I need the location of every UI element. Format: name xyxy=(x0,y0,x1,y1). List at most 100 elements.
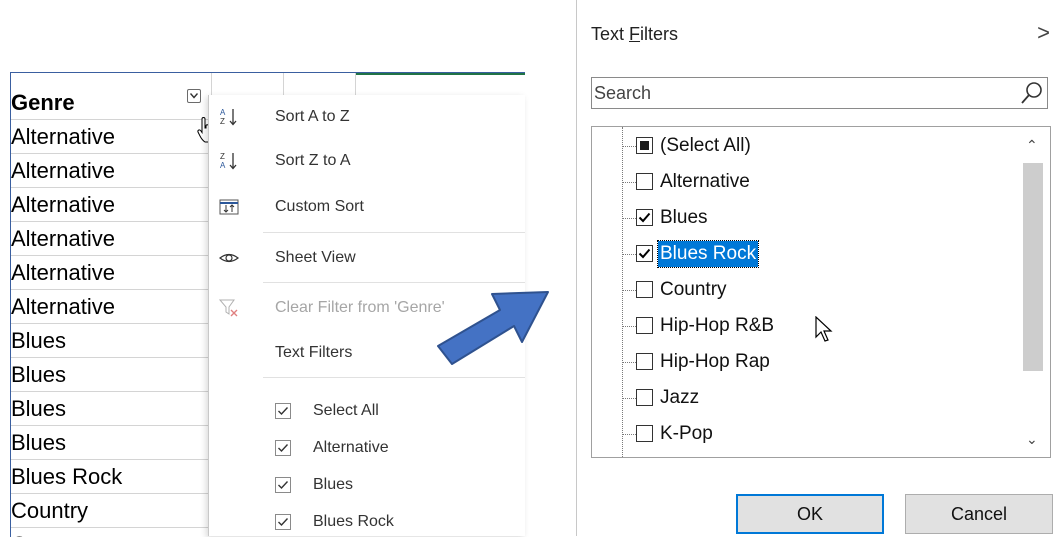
menu-divider xyxy=(263,232,525,233)
vertical-scrollbar[interactable]: ⌃ ⌄ xyxy=(1016,127,1050,457)
tree-connector xyxy=(622,398,636,399)
sort-z-to-a-label: Sort Z to A xyxy=(275,152,351,169)
menu-divider xyxy=(263,282,525,283)
checkbox[interactable] xyxy=(636,389,653,406)
checkmark-icon xyxy=(638,212,651,223)
chevron-right-icon[interactable]: > xyxy=(1037,20,1050,46)
genre-cell[interactable]: Alternative xyxy=(11,154,209,188)
tree-connector xyxy=(622,218,636,219)
filter-value-item[interactable]: Hip-Hop Rap xyxy=(592,345,1012,381)
genre-cell[interactable]: Alternative xyxy=(11,120,209,154)
checkmark-icon xyxy=(278,444,289,453)
text-filters-title[interactable]: Text Filters xyxy=(591,24,678,45)
scroll-up-icon[interactable]: ⌃ xyxy=(1026,137,1038,154)
genre-cell[interactable]: Country xyxy=(11,494,209,528)
sort-ascending-icon: A Z xyxy=(220,108,237,126)
filter-value-label: Country xyxy=(660,279,727,300)
checkbox[interactable] xyxy=(636,173,653,190)
filter-value-label: Blues xyxy=(660,207,708,228)
eye-icon xyxy=(219,253,239,263)
genre-cell[interactable]: Blues Rock xyxy=(11,460,209,494)
filter-value-label: (Select All) xyxy=(660,135,751,156)
custom-sort-icon xyxy=(219,199,239,215)
checkbox[interactable] xyxy=(275,403,291,419)
sort-a-to-z-label: Sort A to Z xyxy=(275,108,350,125)
svg-text:A: A xyxy=(220,108,226,117)
sort-z-to-a-item[interactable]: Z A Sort Z to A xyxy=(209,145,525,177)
cancel-button[interactable]: Cancel xyxy=(905,494,1053,534)
tree-connector xyxy=(622,362,636,363)
filter-value-item[interactable]: Country xyxy=(592,273,1012,309)
menu-divider xyxy=(263,377,525,378)
search-input[interactable] xyxy=(594,80,1004,106)
filter-value-label: Alternative xyxy=(660,171,750,192)
svg-text:A: A xyxy=(220,161,226,170)
text-filters-panel: Text Filters > (Select All) Alternative Bl… xyxy=(576,0,1059,536)
sheet-view-label: Sheet View xyxy=(275,249,356,266)
checkbox[interactable] xyxy=(636,317,653,334)
menu-check-item[interactable]: Select All xyxy=(209,395,525,427)
checkmark-icon xyxy=(638,248,651,259)
custom-sort-label: Custom Sort xyxy=(275,198,364,215)
checkbox[interactable] xyxy=(275,514,291,530)
genre-cell[interactable]: Alternative xyxy=(11,222,209,256)
genre-cell[interactable]: Alternative xyxy=(11,188,209,222)
filter-values-list[interactable]: (Select All) Alternative Blues Blues Rock Co… xyxy=(591,126,1051,458)
sort-descending-icon: Z A xyxy=(220,152,237,170)
filter-value-item[interactable]: Blues Rock xyxy=(592,237,1012,273)
genre-cell[interactable]: Blues xyxy=(11,324,209,358)
text-filters-title-text: Text Filters xyxy=(591,24,679,44)
sheet-view-item[interactable]: Sheet View xyxy=(209,242,525,274)
filter-value-item[interactable]: K-Pop xyxy=(592,417,1012,453)
svg-text:Z: Z xyxy=(220,117,225,126)
scroll-down-icon[interactable]: ⌄ xyxy=(1026,431,1038,448)
filter-value-item[interactable]: Alternative xyxy=(592,165,1012,201)
filter-value-item[interactable]: Jazz xyxy=(592,381,1012,417)
checkbox[interactable] xyxy=(636,353,653,370)
clear-filter-label: Clear Filter from 'Genre' xyxy=(275,299,445,316)
menu-check-label: Blues Rock xyxy=(313,513,394,530)
filter-value-item[interactable]: Hip-Hop R&B xyxy=(592,309,1012,345)
filter-value-label: Hip-Hop R&B xyxy=(660,315,775,336)
checkmark-icon xyxy=(278,407,289,416)
filter-value-label: Jazz xyxy=(660,387,700,408)
checkbox[interactable] xyxy=(636,425,653,442)
partial-check-icon xyxy=(640,141,649,150)
genre-cell[interactable]: Blues xyxy=(11,392,209,426)
genre-cell[interactable]: Blues xyxy=(11,358,209,392)
checkbox[interactable] xyxy=(636,281,653,298)
arrow-cursor-icon xyxy=(815,316,833,342)
genre-header-cell[interactable]: Genre xyxy=(11,86,209,120)
tree-connector xyxy=(622,254,636,255)
checkbox[interactable] xyxy=(636,245,653,262)
filter-value-item[interactable]: Blues xyxy=(592,201,1012,237)
checkbox[interactable] xyxy=(636,137,653,154)
filter-value-item[interactable]: (Select All) xyxy=(592,129,1012,165)
menu-check-label: Select All xyxy=(313,402,379,419)
checkbox[interactable] xyxy=(636,209,653,226)
genre-cell[interactable]: Blues xyxy=(11,426,209,460)
checkbox[interactable] xyxy=(275,440,291,456)
checkmark-icon xyxy=(278,518,289,527)
text-filters-label: Text Filters xyxy=(275,344,353,361)
genre-cell[interactable]: Alternative xyxy=(11,290,209,324)
filter-dropdown-button[interactable] xyxy=(187,89,201,103)
sort-a-to-z-item[interactable]: A Z Sort A to Z xyxy=(209,101,525,133)
scrollbar-thumb[interactable] xyxy=(1023,163,1043,371)
accelerator-key: F xyxy=(629,24,641,44)
filter-value-label: K-Pop xyxy=(660,423,713,444)
transition-arrow-icon xyxy=(437,291,549,365)
menu-check-item[interactable]: Blues xyxy=(209,469,525,501)
menu-check-item[interactable]: Alternative xyxy=(209,432,525,464)
checkbox[interactable] xyxy=(275,477,291,493)
search-box[interactable] xyxy=(591,77,1048,109)
custom-sort-item[interactable]: Custom Sort xyxy=(209,191,525,223)
svg-text:Z: Z xyxy=(220,152,225,161)
filter-value-label: Hip-Hop Rap xyxy=(660,351,770,372)
search-icon[interactable] xyxy=(1019,80,1045,106)
menu-check-item[interactable]: Blues Rock xyxy=(209,506,525,536)
clear-filter-icon xyxy=(219,299,238,317)
tree-connector xyxy=(622,434,636,435)
genre-cell[interactable]: Alternative xyxy=(11,256,209,290)
ok-button[interactable]: OK xyxy=(736,494,884,534)
